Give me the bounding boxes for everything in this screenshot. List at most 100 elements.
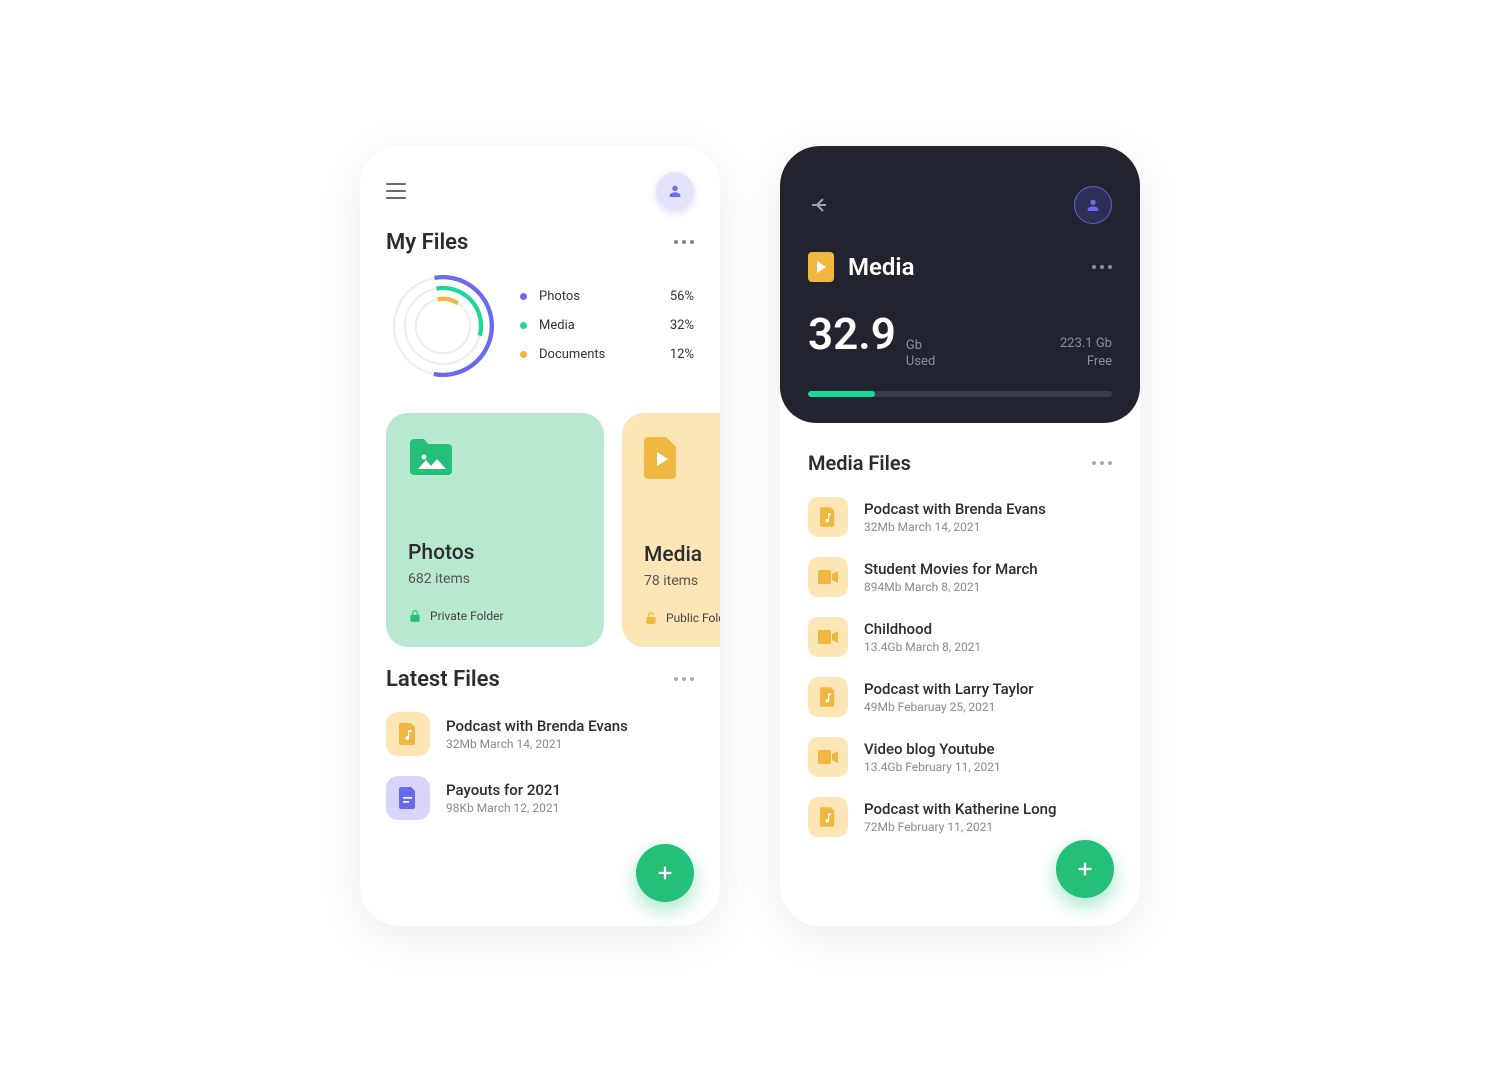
section-title: Media Files [808,451,911,475]
free-label: 223.1 Gb Free [1060,335,1112,371]
card-title: Photos [408,541,582,565]
usage-legend: Photos 56% Media 32% Documents 12% [520,282,694,369]
audio-file-icon [386,712,430,756]
page-title: My Files [386,230,468,255]
legend-value: 56% [670,289,694,304]
file-name: Podcast with Brenda Evans [864,500,1046,518]
progress-fill [808,391,875,397]
file-info: Video blog Youtube 13.4Gb February 11, 20… [864,740,1001,774]
dot-icon [520,322,527,329]
document-file-icon [386,776,430,820]
used-label: Gb Used [906,338,935,372]
section-title: Latest Files [386,667,500,692]
file-name: Video blog Youtube [864,740,1001,758]
user-icon [667,183,683,199]
file-meta: 894Mb March 8, 2021 [864,580,1038,594]
legend-value: 32% [670,318,694,333]
back-button[interactable] [808,193,832,217]
menu-icon[interactable] [386,183,406,199]
list-item[interactable]: Video blog Youtube 13.4Gb February 11, 20… [780,727,1140,787]
latest-files-list: Podcast with Brenda Evans 32Mb March 14,… [360,698,720,830]
audio-file-icon [808,497,848,537]
donut-chart [386,269,500,383]
unlock-icon [644,611,658,625]
page-title: Media [848,253,915,281]
legend-item-photos: Photos 56% [520,282,694,311]
file-info: Childhood 13.4Gb March 8, 2021 [864,620,981,654]
file-info: Podcast with Katherine Long72Mb February… [864,800,1056,834]
audio-file-icon [808,797,848,837]
file-info: Podcast with Brenda Evans 32Mb March 14,… [446,717,628,751]
category-cards: Photos 682 items Private Folder Media 78… [360,403,720,657]
file-info: Student Movies for March 894Mb March 8, 2… [864,560,1038,594]
play-file-icon [808,252,834,282]
more-icon[interactable] [674,240,694,244]
list-item[interactable]: Student Movies for March 894Mb March 8, 2… [780,547,1140,607]
card-footer-label: Private Folder [430,609,504,623]
file-meta: 32Mb March 14, 2021 [864,520,1046,534]
photos-card[interactable]: Photos 682 items Private Folder [386,413,604,647]
media-files-list: Podcast with Brenda Evans 32Mb March 14, … [780,483,1140,851]
list-item[interactable]: Payouts for 2021 98Kb March 12, 2021 [360,766,720,830]
plus-icon [654,862,676,884]
used-text: Used [906,354,935,371]
media-title-row: Media [808,252,1112,282]
list-item[interactable]: Childhood 13.4Gb March 8, 2021 [780,607,1140,667]
used-unit: Gb [906,338,935,355]
card-footer: Public Folder [644,611,720,625]
legend-item-documents: Documents 12% [520,340,694,369]
card-title: Media [644,543,720,567]
my-files-header: My Files [360,220,720,261]
file-name: Childhood [864,620,981,638]
legend-label: Documents [539,347,670,362]
file-meta: 13.4Gb February 11, 2021 [864,760,1001,774]
more-icon[interactable] [674,677,694,681]
back-arrow-icon [808,193,832,217]
legend-label: Media [539,318,670,333]
file-info: Podcast with Brenda Evans 32Mb March 14, … [864,500,1046,534]
play-file-icon [644,437,720,483]
plus-icon [1074,858,1096,880]
file-name: Podcast with Katherine Long [864,800,1056,818]
card-footer: Private Folder [408,609,582,623]
list-item[interactable]: Podcast with Larry Taylor 49Mb Febaruay 2… [780,667,1140,727]
storage-usage: 32.9 Gb Used 223.1 Gb Free [808,308,1112,372]
file-name: Podcast with Brenda Evans [446,717,628,735]
file-meta: 32Mb March 14, 2021 [446,737,628,751]
topbar [360,146,720,220]
file-name: Payouts for 2021 [446,781,561,799]
file-meta: 49Mb Febaruay 25, 2021 [864,700,1034,714]
media-card[interactable]: Media 78 items Public Folder [622,413,720,647]
list-item[interactable]: Podcast with Brenda Evans 32Mb March 14, … [780,487,1140,547]
user-icon [1085,197,1101,213]
file-meta: 13.4Gb March 8, 2021 [864,640,981,654]
file-name: Podcast with Larry Taylor [864,680,1034,698]
picture-folder-icon [408,437,582,481]
video-file-icon [808,617,848,657]
list-item[interactable]: Podcast with Katherine Long72Mb February… [780,787,1140,847]
usage-chart-row: Photos 56% Media 32% Documents 12% [360,261,720,403]
file-info: Podcast with Larry Taylor 49Mb Febaruay 2… [864,680,1034,714]
my-files-screen: My Files Photos 56% Media 32% [360,146,720,926]
used-value: 32.9 [808,308,896,360]
profile-button[interactable] [1074,186,1112,224]
list-item[interactable]: Podcast with Brenda Evans 32Mb March 14,… [360,702,720,766]
legend-label: Photos [539,289,670,304]
add-button[interactable] [636,844,694,902]
more-icon[interactable] [1092,265,1112,269]
free-value: 223.1 Gb [1060,335,1112,353]
legend-item-media: Media 32% [520,311,694,340]
legend-value: 12% [670,347,694,362]
dot-icon [520,351,527,358]
profile-button[interactable] [656,172,694,210]
file-info: Payouts for 2021 98Kb March 12, 2021 [446,781,561,815]
card-footer-label: Public Folder [666,611,720,625]
audio-file-icon [808,677,848,717]
more-icon[interactable] [1092,461,1112,465]
file-name: Student Movies for March [864,560,1038,578]
media-hero: Media 32.9 Gb Used 223.1 Gb Free [780,146,1140,424]
video-file-icon [808,737,848,777]
add-button[interactable] [1056,840,1114,898]
dot-icon [520,293,527,300]
card-subtitle: 682 items [408,571,582,587]
